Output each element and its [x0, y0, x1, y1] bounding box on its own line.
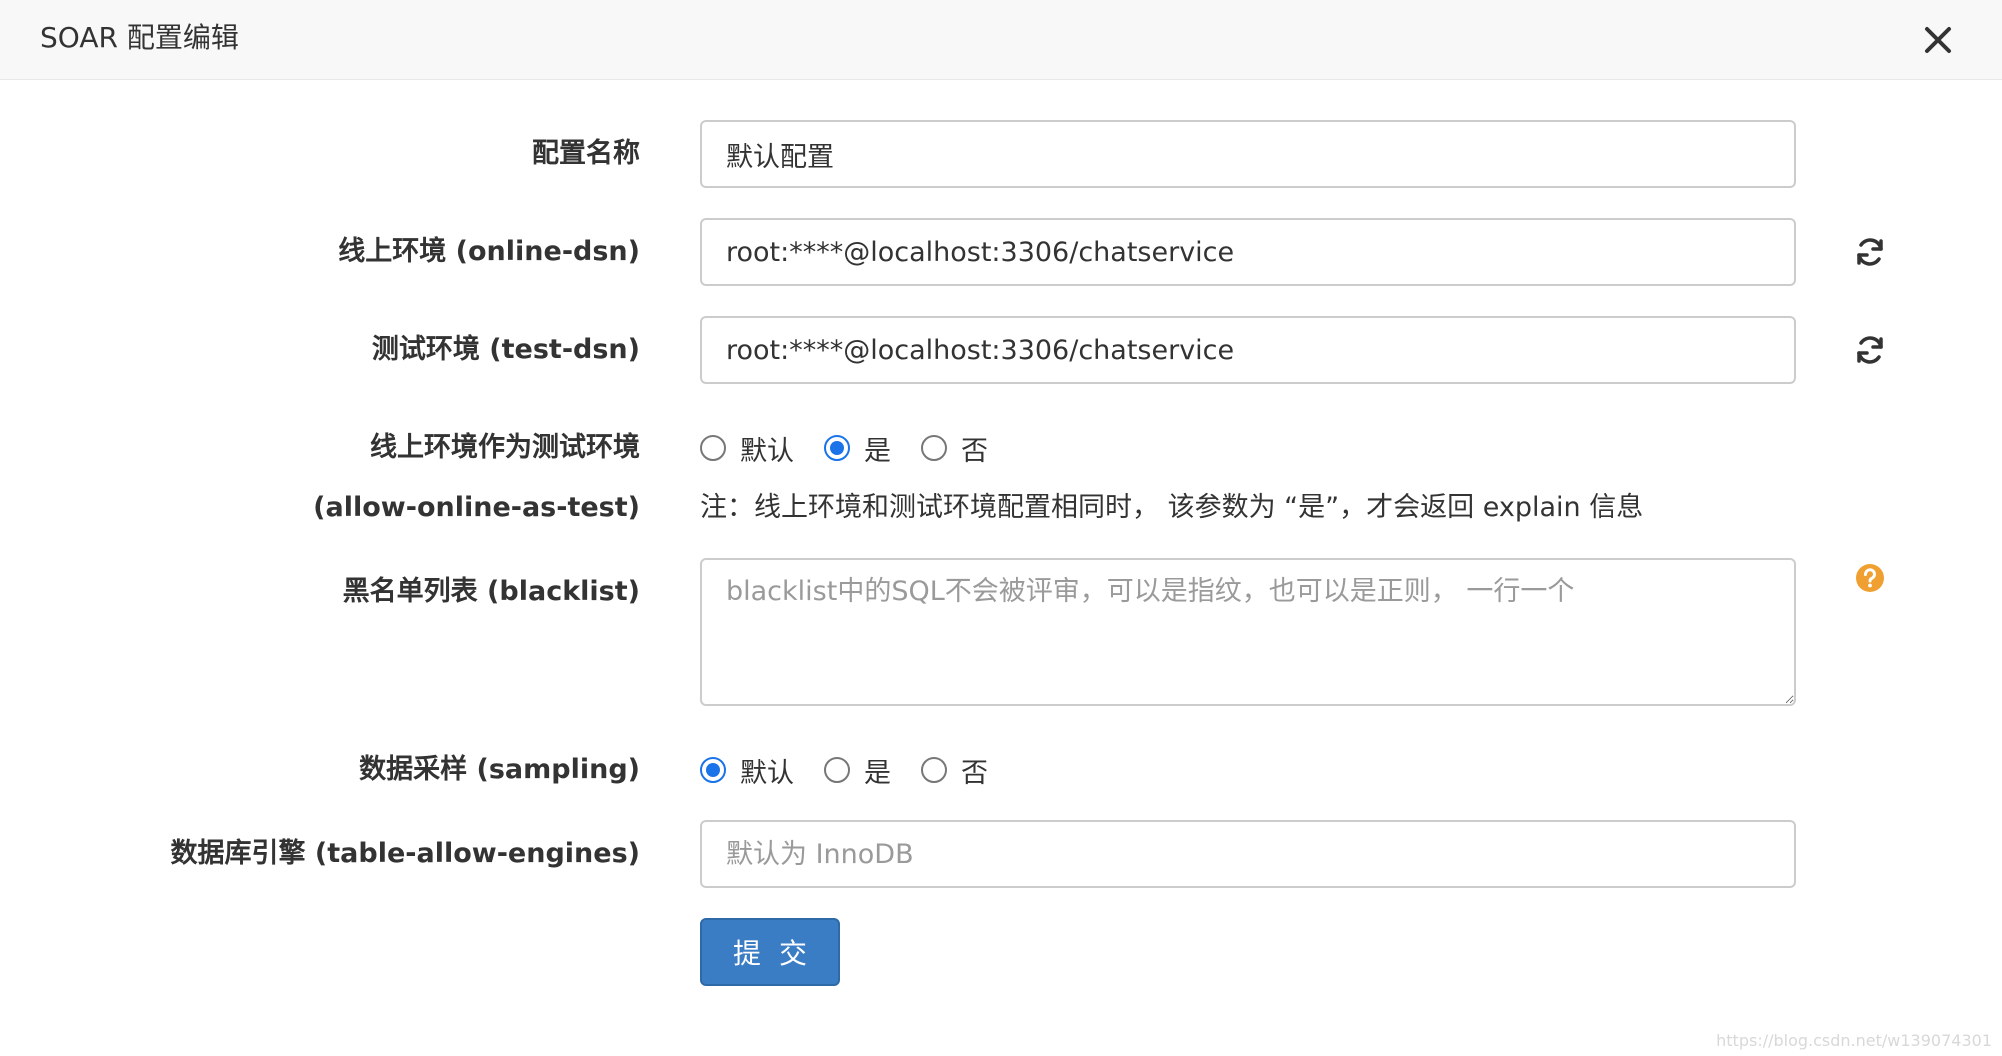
- blacklist-textarea[interactable]: [700, 558, 1796, 706]
- allow-online-as-test-label: 线上环境作为测试环境: [370, 432, 640, 463]
- radio-label: 是: [864, 757, 891, 789]
- radio-label: 否: [961, 435, 988, 467]
- config-name-label: 配置名称: [532, 138, 640, 169]
- table-allow-engines-label: 数据库引擎 (table-allow-engines): [170, 838, 640, 869]
- radio-button[interactable]: [700, 435, 726, 461]
- allow-online-as-test-option-no[interactable]: 否: [921, 429, 988, 468]
- radio-button-checked[interactable]: [824, 435, 850, 461]
- sampling-option-no[interactable]: 否: [921, 751, 988, 790]
- radio-label: 默认: [740, 435, 794, 467]
- dialog-header: SOAR 配置编辑: [0, 0, 2002, 80]
- allow-online-as-test-option-yes[interactable]: 是: [824, 429, 891, 468]
- online-dsn-label: 线上环境 (online-dsn): [338, 236, 640, 267]
- close-icon: [1925, 27, 1951, 53]
- sampling-label: 数据采样 (sampling): [359, 754, 640, 785]
- sampling-option-default[interactable]: 默认: [700, 751, 794, 790]
- watermark: https://blog.csdn.net/w139074301: [1716, 1031, 1992, 1050]
- radio-label: 否: [961, 757, 988, 789]
- radio-label: 默认: [740, 757, 794, 789]
- sampling-option-yes[interactable]: 是: [824, 751, 891, 790]
- test-dsn-label: 测试环境 (test-dsn): [371, 334, 640, 365]
- refresh-icon: [1857, 238, 1883, 266]
- test-dsn-input[interactable]: [700, 316, 1796, 384]
- table-allow-engines-input[interactable]: [700, 820, 1796, 888]
- blacklist-label: 黑名单列表 (blacklist): [342, 576, 640, 607]
- config-name-input[interactable]: [700, 120, 1796, 188]
- radio-button[interactable]: [921, 757, 947, 783]
- test-dsn-refresh-button[interactable]: [1850, 330, 1890, 370]
- allow-online-as-test-note: 注：线上环境和测试环境配置相同时， 该参数为 “是”，才会返回 explain …: [700, 492, 1644, 523]
- allow-online-as-test-radio-group: 默认 是 否: [700, 428, 1018, 468]
- question-circle-icon: [1856, 564, 1884, 592]
- dialog-title: SOAR 配置编辑: [40, 21, 239, 54]
- allow-online-as-test-key-label: (allow-online-as-test): [313, 492, 640, 523]
- blacklist-help-button[interactable]: [1850, 558, 1890, 598]
- radio-label: 是: [864, 435, 891, 467]
- radio-button-checked[interactable]: [700, 757, 726, 783]
- sampling-radio-group: 默认 是 否: [700, 750, 1018, 790]
- radio-button[interactable]: [921, 435, 947, 461]
- submit-button[interactable]: 提交: [700, 918, 840, 986]
- radio-button[interactable]: [824, 757, 850, 783]
- allow-online-as-test-option-default[interactable]: 默认: [700, 429, 794, 468]
- refresh-icon: [1857, 336, 1883, 364]
- online-dsn-input[interactable]: [700, 218, 1796, 286]
- close-button[interactable]: [1918, 18, 1958, 62]
- online-dsn-refresh-button[interactable]: [1850, 232, 1890, 272]
